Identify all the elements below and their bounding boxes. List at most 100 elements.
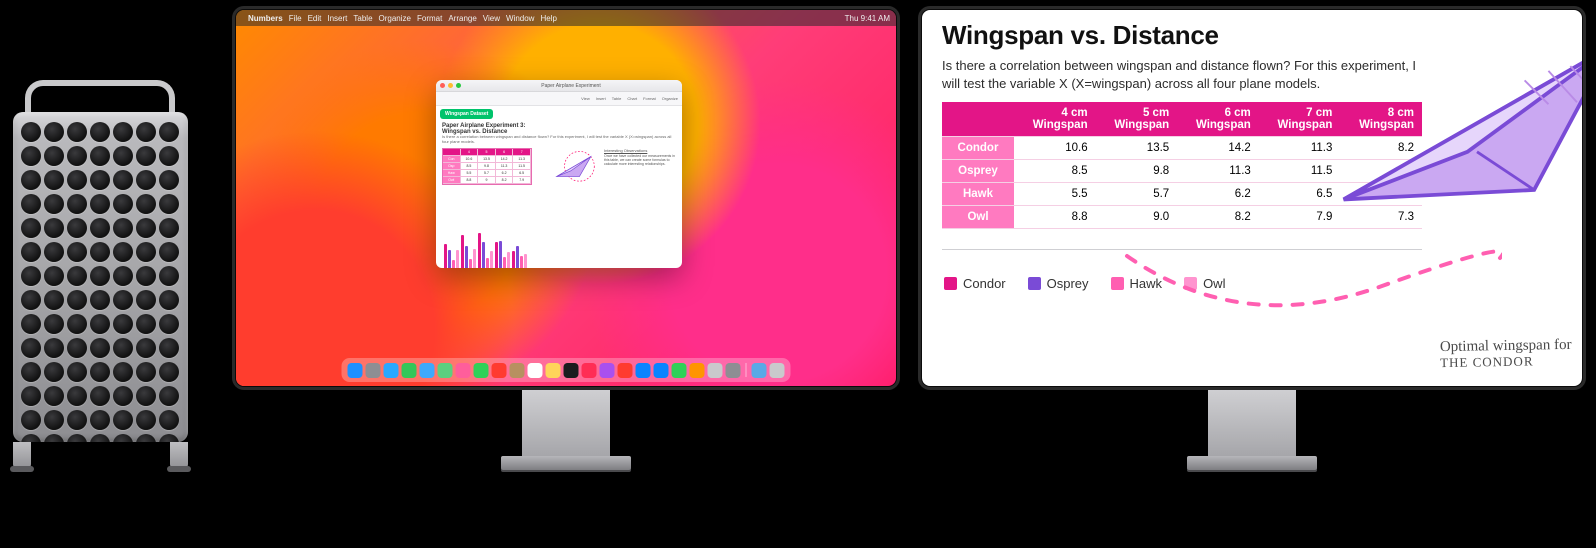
table-cell[interactable]: 11.3 (1177, 160, 1259, 183)
dock-app-maps[interactable] (438, 363, 453, 378)
table-cell[interactable]: 8.8 (1014, 206, 1096, 229)
dock-app-messages[interactable] (402, 363, 417, 378)
mini-bar-chart[interactable] (442, 191, 676, 268)
table-cell[interactable]: 11.3 (1259, 137, 1341, 160)
dock-app-music[interactable] (582, 363, 597, 378)
table-row-label: Osprey (942, 160, 1014, 183)
flight-trail (1122, 246, 1502, 316)
handwritten-notes: Interesting Observations Once we have co… (604, 148, 676, 167)
mac-pro-grille (21, 122, 180, 432)
toolbar-item[interactable]: Format (643, 96, 656, 101)
menubar-clock[interactable]: Thu 9:41 AM (845, 14, 890, 23)
table-cell[interactable]: 13.5 (1096, 137, 1178, 160)
mac-pro-handle (25, 80, 175, 116)
display-stand-base (501, 456, 631, 470)
numbers-window[interactable]: Paper Airplane Experiment View Insert Ta… (436, 80, 682, 268)
menubar-item[interactable]: Insert (327, 14, 347, 23)
dock-app-podcasts[interactable] (600, 363, 615, 378)
legend-swatch (944, 277, 957, 290)
window-titlebar[interactable]: Paper Airplane Experiment (436, 80, 682, 92)
mac-pro-tower (10, 80, 190, 475)
dock-app-contacts[interactable] (510, 363, 525, 378)
table-cell[interactable]: 9.0 (1096, 206, 1178, 229)
table-cell[interactable]: 6.2 (1177, 183, 1259, 206)
menubar-item[interactable]: Help (540, 14, 556, 23)
table-cell[interactable]: 7.9 (1259, 206, 1341, 229)
dock-app-numbers[interactable] (672, 363, 687, 378)
dock-app-pages[interactable] (690, 363, 705, 378)
mini-table[interactable]: 4567Con10.613.514.211.3Osp8.59.811.311.5… (442, 148, 532, 185)
display-stand (522, 390, 610, 456)
toolbar-item[interactable]: Table (612, 96, 622, 101)
sheet-tab[interactable]: Wingspan Dataset (440, 109, 493, 119)
dock-app-keynote[interactable] (654, 363, 669, 378)
table-cell[interactable]: 6.5 (1259, 183, 1341, 206)
table-header-cell (942, 102, 1014, 137)
toolbar-item[interactable]: Insert (596, 96, 606, 101)
menubar[interactable]: Numbers File Edit Insert Table Organize … (236, 10, 896, 26)
menubar-item[interactable]: File (289, 14, 302, 23)
menubar-item[interactable]: View (483, 14, 500, 23)
paper-plane-illustration-small (538, 148, 598, 188)
dock[interactable] (342, 358, 791, 382)
dock-app-facetime[interactable] (474, 363, 489, 378)
table-cell[interactable]: 14.2 (1177, 137, 1259, 160)
table-row-label: Owl (942, 206, 1014, 229)
menubar-item[interactable]: Organize (379, 14, 411, 23)
legend-label: Osprey (1047, 276, 1089, 291)
table-cell[interactable]: 11.5 (1259, 160, 1341, 183)
mac-pro-body (13, 112, 188, 442)
table-header-cell: 5 cm Wingspan (1096, 102, 1178, 137)
table-cell[interactable]: 5.5 (1014, 183, 1096, 206)
dock-app-appstore[interactable] (636, 363, 651, 378)
dock-app-news[interactable] (618, 363, 633, 378)
dock-app-tv[interactable] (564, 363, 579, 378)
dock-trash[interactable] (770, 363, 785, 378)
dock-app-freeform[interactable] (708, 363, 723, 378)
toolbar-item[interactable]: View (581, 96, 590, 101)
table-row-label: Condor (942, 137, 1014, 160)
close-icon[interactable] (440, 83, 445, 88)
dock-app-photos[interactable] (456, 363, 471, 378)
window-title: Paper Airplane Experiment (464, 83, 678, 89)
dock-app-calendar[interactable] (492, 363, 507, 378)
window-toolbar[interactable]: View Insert Table Chart Format Organize (436, 92, 682, 106)
doc-description-small: Is there a correlation between wingspan … (442, 135, 676, 145)
menubar-item[interactable]: Window (506, 14, 534, 23)
table-header-cell: 7 cm Wingspan (1259, 102, 1341, 137)
menubar-app-name[interactable]: Numbers (248, 14, 283, 23)
toolbar-item[interactable]: Chart (627, 96, 637, 101)
legend-label: Condor (963, 276, 1006, 291)
table-cell[interactable]: 10.6 (1014, 137, 1096, 160)
toolbar-item[interactable]: Organize (662, 96, 678, 101)
table-cell[interactable]: 9.8 (1096, 160, 1178, 183)
dock-app-settings[interactable] (726, 363, 741, 378)
display-secondary: Wingspan vs. Distance Is there a correla… (918, 6, 1586, 470)
table-header-cell: 6 cm Wingspan (1177, 102, 1259, 137)
legend-item: Osprey (1028, 276, 1089, 291)
zoom-icon[interactable] (456, 83, 461, 88)
table-cell[interactable]: 5.7 (1096, 183, 1178, 206)
dock-downloads[interactable] (752, 363, 767, 378)
zoomed-document[interactable]: Wingspan vs. Distance Is there a correla… (922, 10, 1582, 386)
menubar-item[interactable]: Arrange (448, 14, 476, 23)
dock-app-reminders[interactable] (528, 363, 543, 378)
table-cell[interactable]: 8.5 (1014, 160, 1096, 183)
table-row-label: Hawk (942, 183, 1014, 206)
mac-pro-feet (13, 442, 188, 470)
table-header-cell: 4 cm Wingspan (1014, 102, 1096, 137)
menubar-item[interactable]: Edit (308, 14, 322, 23)
table-cell[interactable]: 8.2 (1177, 206, 1259, 229)
display-stand-base (1187, 456, 1317, 470)
menubar-item[interactable]: Table (353, 14, 372, 23)
minimize-icon[interactable] (448, 83, 453, 88)
menubar-item[interactable]: Format (417, 14, 442, 23)
display-stand (1208, 390, 1296, 456)
dock-app-mail[interactable] (420, 363, 435, 378)
paper-plane-illustration (1332, 28, 1582, 228)
dock-app-finder[interactable] (348, 363, 363, 378)
handwritten-annotation: Optimal wingspan for THE CONDOR (1440, 337, 1572, 371)
dock-app-launchpad[interactable] (366, 363, 381, 378)
dock-app-notes[interactable] (546, 363, 561, 378)
dock-app-safari[interactable] (384, 363, 399, 378)
